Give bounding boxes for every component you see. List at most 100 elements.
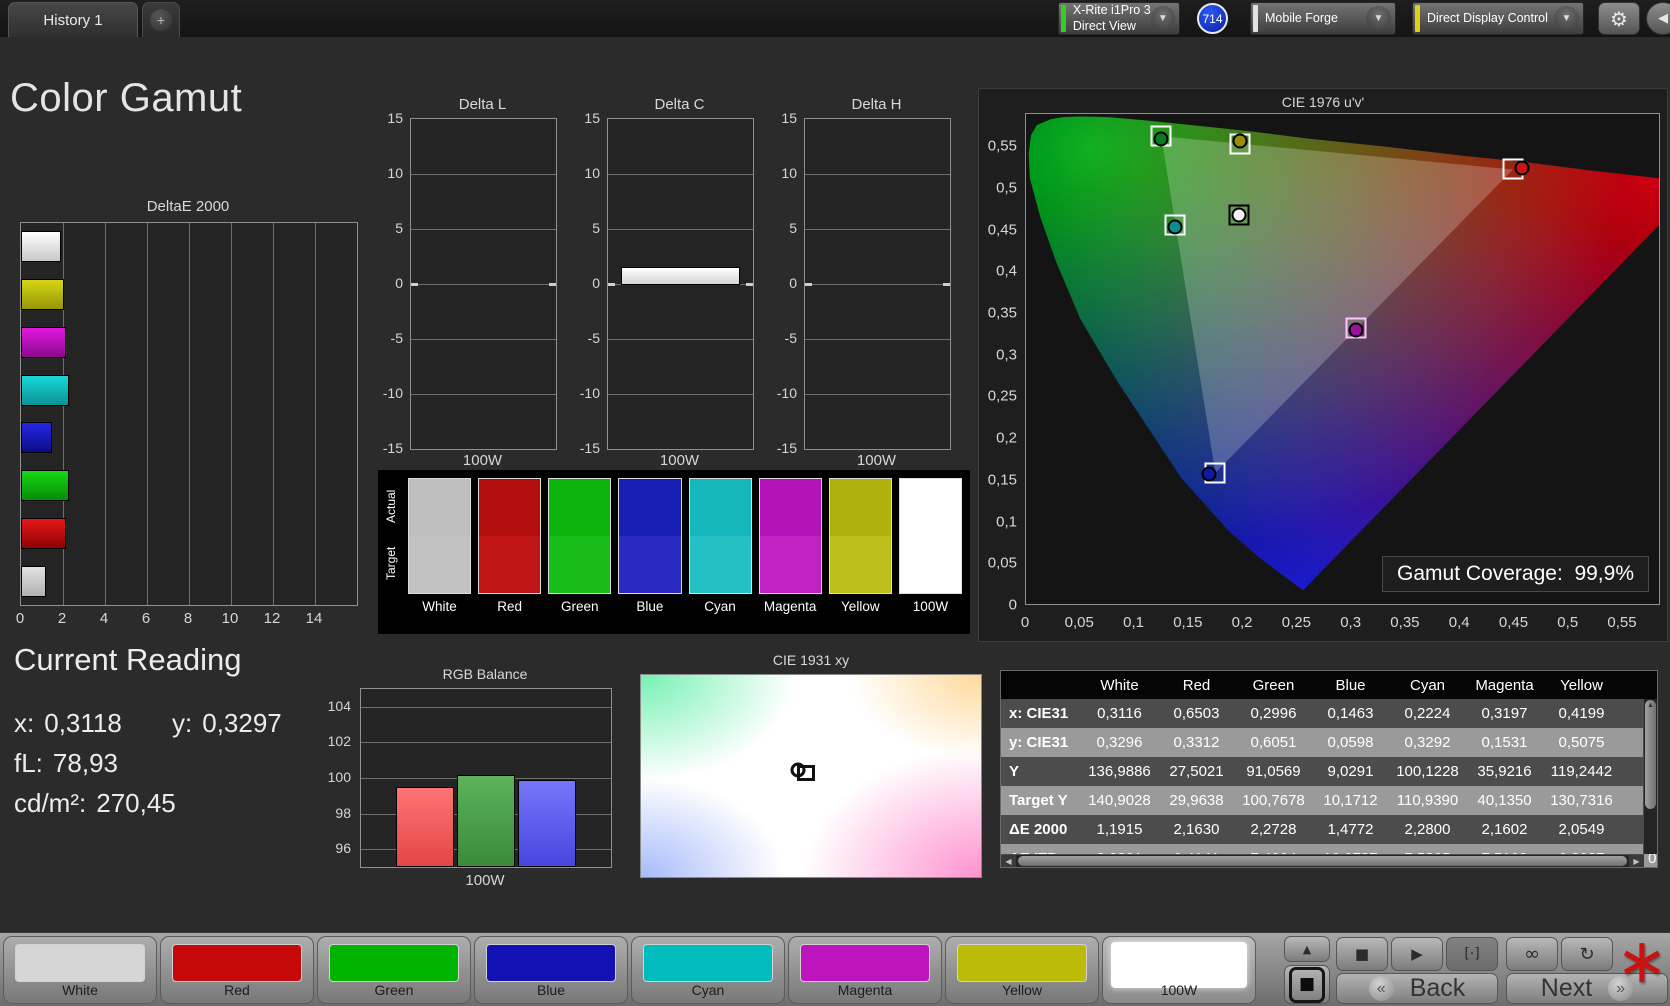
cie1976-y-tick-label: 0,1 [996, 513, 1017, 531]
table-cell: 0,5075 [1558, 734, 1605, 751]
swatch-block [478, 478, 542, 594]
delta_h-gridline [805, 339, 950, 340]
delta_h-y-tick-label: 15 [781, 110, 797, 126]
cie1976-y-tick-label: 0,4 [996, 262, 1017, 280]
cie1976-measured-yellow [1232, 133, 1248, 149]
table-row: Target Y 140,9028 29,9638 100,7678 10,1712 11… [1001, 786, 1657, 815]
delta_l-y-tick-label: 5 [395, 220, 403, 236]
scrollbar-thumb[interactable]: ▲ [1645, 700, 1656, 809]
table-cell: 1,4772 [1327, 821, 1374, 838]
table-cell: 9,0291 [1327, 763, 1374, 780]
delta_h-y-tick-label: 0 [789, 275, 797, 291]
delta_l-gridline [411, 339, 556, 340]
target-swatch [899, 536, 961, 593]
current-reading-x: x: 0,3118 [14, 708, 122, 738]
delta_l-y-tick-label: -10 [382, 385, 403, 401]
delta_c-y-tick-label: -10 [579, 385, 600, 401]
table-cell: 29,9638 [1169, 792, 1224, 809]
pattern-window-up-button[interactable]: ▲ [1284, 936, 1330, 962]
window-icon: ■ [1289, 966, 1325, 1003]
pattern-button-yellow[interactable]: Yellow [945, 936, 1099, 1004]
delta_h-y-tick-label: 10 [781, 165, 797, 181]
swatch-block [898, 478, 962, 594]
swatch-column-red: Red [478, 478, 542, 628]
pattern-button-green[interactable]: Green [317, 936, 471, 1004]
pattern-window-button[interactable]: ■ [1284, 965, 1330, 1004]
cie1976-measured-cyan [1167, 219, 1183, 235]
delta_c-y-tick-label: 10 [584, 165, 600, 181]
table-horizontal-scrollbar[interactable]: ◀ ▶ [1001, 854, 1644, 867]
pattern-swatch [486, 944, 616, 982]
pattern-button-magenta[interactable]: Magenta [788, 936, 942, 1004]
swatch-block [758, 478, 822, 594]
table-row-label: y: CIE31 [1009, 734, 1069, 751]
pattern-button-white[interactable]: White [3, 936, 157, 1004]
collapse-panel-button[interactable]: ◀ [1646, 2, 1670, 35]
table-cell: 2,2728 [1250, 821, 1297, 838]
tab-history-1[interactable]: History 1 [8, 2, 138, 37]
refresh-button[interactable]: ↻ [1561, 937, 1613, 971]
arrow-left-icon: ◀ [1658, 11, 1668, 26]
cie1976-x-tick-label: 0,5 [1557, 614, 1579, 631]
table-cell: 100,1228 [1396, 763, 1459, 780]
deltae-x-tick-label: 10 [221, 610, 239, 627]
stop-button[interactable]: ■ [1336, 937, 1388, 971]
delta_l-y-tick-label: 15 [387, 110, 403, 126]
table-vertical-scrollbar[interactable]: ▲ [1643, 699, 1657, 854]
delta_l-y-tick-label: -5 [390, 330, 403, 346]
cie1976-measured-magenta [1348, 322, 1364, 338]
delta_h-gridline [805, 229, 950, 230]
meter-dropdown[interactable]: X-Rite i1Pro 3 Direct View ▼ [1058, 2, 1180, 35]
pattern-button-blue[interactable]: Blue [474, 936, 628, 1004]
scrollbar-thumb[interactable] [1018, 856, 1627, 866]
delta-c-x-label: 100W [659, 452, 700, 469]
single-measure-button[interactable]: [·] [1446, 937, 1498, 971]
meter-count-badge[interactable]: 714 [1197, 3, 1228, 34]
target-swatch [479, 536, 541, 593]
settings-button[interactable]: ⚙ [1598, 2, 1640, 35]
display-control-dropdown[interactable]: Direct Display Control ▼ [1412, 2, 1584, 35]
source-dropdown[interactable]: Mobile Forge ▼ [1250, 2, 1396, 35]
cie1976-measured-red [1514, 160, 1530, 176]
delta_c-gridline [608, 339, 753, 340]
chevron-down-icon: ▼ [1366, 6, 1391, 31]
table-cell: 119,2442 [1550, 763, 1613, 780]
actual-row-label: Actual [384, 489, 398, 524]
pattern-button-100w[interactable]: 100W [1102, 936, 1256, 1004]
swatch-column-cyan: Cyan [688, 478, 752, 628]
source-status-stripe [1253, 5, 1258, 32]
table-cell: 2,2800 [1404, 821, 1451, 838]
delta_l-gridline [411, 229, 556, 230]
deltae2000-x-axis: 0 2 4 6 8 10 12 14 [16, 610, 380, 630]
rgb-y-tick-label: 96 [335, 840, 351, 857]
continuous-measure-button[interactable]: ∞ [1506, 937, 1558, 971]
cie1976-y-tick-label: 0,55 [987, 137, 1017, 155]
play-button[interactable]: ▶ [1391, 937, 1443, 971]
table-cell: 10,1712 [1323, 792, 1378, 809]
pattern-button-cyan[interactable]: Cyan [631, 936, 785, 1004]
cie1976-y-tick-label: 0,5 [996, 179, 1017, 197]
scroll-left-arrow-icon[interactable]: ◀ [1001, 855, 1016, 867]
target-swatch [409, 536, 471, 593]
table-header-cell: Yellow [1560, 676, 1603, 694]
deltae-x-tick-label: 6 [141, 610, 151, 627]
page-title: Color Gamut [10, 76, 243, 120]
add-tab-button[interactable]: + [142, 2, 180, 37]
current-reading-cdm2: cd/m²: 270,45 [14, 788, 176, 818]
source-dropdown-label: Mobile Forge [1265, 10, 1338, 25]
deltae-gridline [273, 223, 274, 605]
cie1976-x-tick-label: 0,25 [1281, 614, 1311, 631]
table-cell: 0,6503 [1173, 705, 1220, 722]
scroll-right-arrow-icon[interactable]: ▶ [1629, 855, 1644, 867]
rgb-y-tick-label: 98 [335, 804, 351, 821]
table-cell: 0,1463 [1327, 705, 1374, 722]
back-button[interactable]: « Back [1336, 973, 1498, 1004]
swatch-column-100w: 100W [898, 478, 962, 628]
pattern-button-red[interactable]: Red [160, 936, 314, 1004]
measuring-indicator-icon: ∗ [1616, 924, 1668, 997]
delta-c-chart [607, 118, 754, 450]
table-cell: 0,1531 [1481, 734, 1528, 751]
delta_h-gridline [805, 284, 950, 285]
target-swatch [549, 536, 611, 593]
cie1976-panel: CIE 1976 u'v' 0 0,05 0,1 0,15 0,2 0,25 0,3 0,35… [978, 88, 1668, 642]
